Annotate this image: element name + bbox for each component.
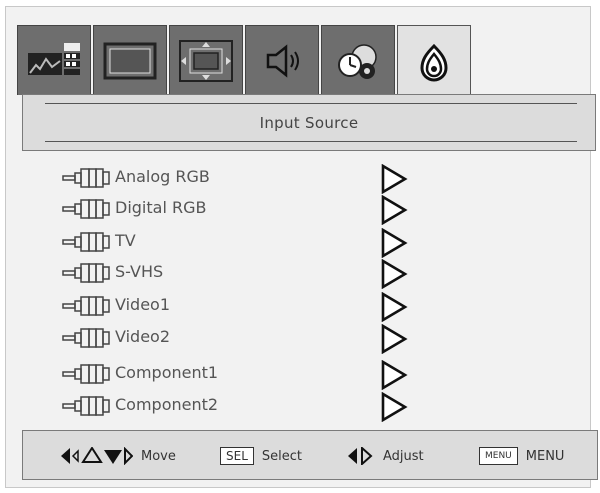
- source-item[interactable]: Component2: [62, 391, 462, 423]
- enter-arrow-icon[interactable]: [380, 391, 408, 426]
- source-label: Component2: [115, 395, 219, 414]
- page-title: Input Source: [259, 114, 359, 132]
- source-item[interactable]: Digital RGB: [62, 194, 462, 226]
- adjust-label: Adjust: [383, 448, 424, 464]
- source-item[interactable]: TV: [62, 227, 462, 259]
- help-adjust: Adjust: [347, 431, 424, 481]
- enter-arrow-icon[interactable]: [380, 227, 408, 262]
- source-item[interactable]: S-VHS: [62, 258, 462, 290]
- connector-icon: [62, 328, 112, 352]
- left-right-arrows-icon: [348, 447, 373, 465]
- header-rule-top: [45, 103, 577, 104]
- tab-strip: [17, 25, 473, 97]
- help-select: SEL Select: [220, 431, 302, 481]
- tab-screen[interactable]: [93, 25, 167, 95]
- screen-aspect-icon: [103, 42, 157, 79]
- options-gear-icon: [338, 43, 377, 79]
- help-menu: MENU MENU: [479, 431, 564, 481]
- header-rule-bottom: [45, 141, 577, 142]
- source-label: Digital RGB: [115, 198, 207, 217]
- source-label: Component1: [115, 363, 219, 382]
- source-label: Video1: [115, 295, 171, 314]
- enter-arrow-icon[interactable]: [380, 291, 408, 326]
- input-source-icon: [420, 43, 448, 81]
- source-label: Video2: [115, 327, 171, 346]
- image-position-icon: [179, 39, 233, 82]
- enter-arrow-icon[interactable]: [380, 258, 408, 293]
- tab-picture[interactable]: [17, 25, 91, 95]
- source-label: Analog RGB: [115, 167, 210, 186]
- source-item[interactable]: Video1: [62, 291, 462, 323]
- tab-options[interactable]: [321, 25, 395, 95]
- direction-arrows-icon: [61, 447, 133, 465]
- connector-icon: [62, 396, 112, 420]
- enter-arrow-icon[interactable]: [380, 359, 408, 394]
- tab-position[interactable]: [169, 25, 243, 95]
- menu-key: MENU: [479, 447, 518, 465]
- audio-speaker-icon: [266, 43, 299, 78]
- section-header: Input Source: [22, 94, 596, 151]
- connector-icon: [62, 232, 112, 256]
- source-label: S-VHS: [115, 262, 164, 281]
- source-label: TV: [115, 231, 136, 250]
- enter-arrow-icon[interactable]: [380, 163, 408, 198]
- source-item[interactable]: Analog RGB: [62, 163, 462, 195]
- picture-settings-icon: [28, 42, 80, 75]
- connector-icon: [62, 364, 112, 388]
- enter-arrow-icon[interactable]: [380, 194, 408, 229]
- move-label: Move: [141, 448, 176, 464]
- tab-input-source[interactable]: [397, 25, 471, 97]
- connector-icon: [62, 199, 112, 223]
- sel-key: SEL: [220, 447, 254, 465]
- tab-audio[interactable]: [245, 25, 319, 95]
- menu-label: MENU: [525, 448, 565, 464]
- select-label: Select: [261, 448, 302, 464]
- source-item[interactable]: Component1: [62, 359, 462, 391]
- connector-icon: [62, 168, 112, 192]
- connector-icon: [62, 263, 112, 287]
- source-item[interactable]: Video2: [62, 323, 462, 355]
- enter-arrow-icon[interactable]: [380, 323, 408, 358]
- connector-icon: [62, 296, 112, 320]
- help-move: Move: [59, 431, 176, 481]
- key-help-bar: Move SEL Select Adjust MENU MENU: [22, 430, 598, 480]
